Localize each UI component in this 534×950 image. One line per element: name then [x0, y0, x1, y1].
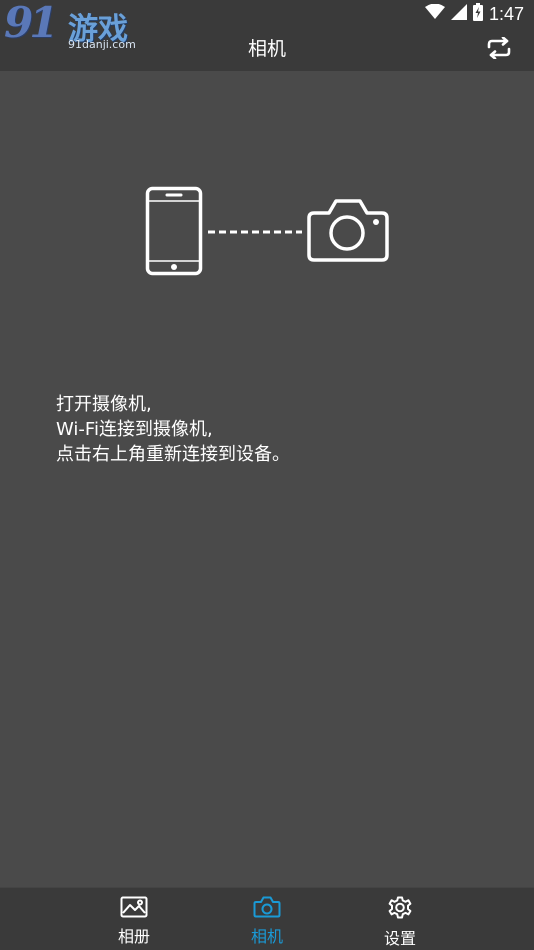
battery-charging-icon — [472, 2, 483, 26]
nav-item-camera[interactable]: 相机 — [237, 896, 297, 946]
instruction-line-2: Wi-Fi连接到摄像机, — [56, 419, 213, 440]
status-time: 1:47 — [488, 3, 524, 24]
instruction-line-1: 打开摄像机, — [56, 394, 152, 415]
phone-icon — [145, 186, 203, 276]
signal-icon — [450, 3, 467, 25]
gear-icon — [387, 896, 413, 924]
watermark-url: 91danji.com — [68, 38, 136, 51]
nav-label-camera: 相机 — [250, 927, 283, 946]
camera-icon — [307, 199, 389, 262]
refresh-icon — [486, 36, 512, 63]
camera-icon — [253, 896, 281, 922]
reconnect-button[interactable] — [484, 35, 514, 65]
connection-instructions: 打开摄像机, Wi-Fi连接到摄像机, 点击右上角重新连接到设备。 — [56, 392, 290, 467]
nav-label-settings: 设置 — [383, 929, 416, 948]
wifi-icon — [424, 3, 445, 25]
nav-item-gallery[interactable]: 相册 — [104, 896, 164, 946]
connection-illustration — [140, 183, 396, 279]
watermark-digits: 91 — [4, 0, 58, 47]
instruction-line-3: 点击右上角重新连接到设备。 — [56, 444, 290, 465]
watermark-logo: 91 游戏 91danji.com — [2, 0, 136, 52]
nav-label-gallery: 相册 — [117, 927, 150, 946]
gallery-icon — [120, 896, 148, 922]
status-icons: 1:47 — [424, 2, 524, 26]
bottom-nav: 相册 相机 设置 — [0, 887, 534, 950]
nav-item-settings[interactable]: 设置 — [370, 896, 430, 948]
